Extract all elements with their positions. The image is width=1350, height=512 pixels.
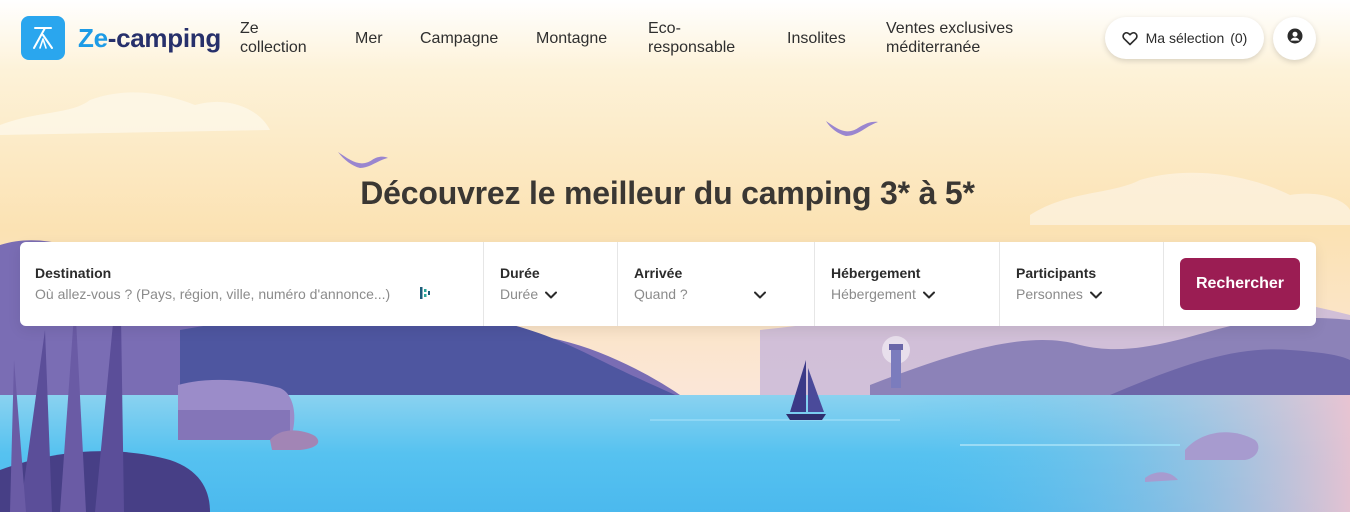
search-bar: Destination Où allez-vous ? (Pays, régio…: [20, 242, 1316, 326]
my-selection-label: Ma sélection: [1145, 30, 1225, 46]
nav-item-label: collection: [240, 39, 307, 56]
nav-item-ventes-exclusives[interactable]: Ventes exclusives méditerranée: [886, 19, 1013, 57]
nav-item-label: Ze: [240, 20, 259, 37]
nav-item-insolites[interactable]: Insolites: [787, 29, 846, 48]
nav-item-label: responsable: [648, 39, 736, 56]
chevron-down-icon: [1089, 291, 1102, 299]
chevron-down-icon[interactable]: [754, 291, 766, 299]
nav-item-label: Campagne: [420, 30, 499, 47]
my-selection-count: (0): [1230, 30, 1248, 46]
arrival-select[interactable]: Quand ?: [634, 286, 814, 303]
participants-value: Personnes: [1016, 286, 1083, 302]
nav-item-montagne[interactable]: Montagne: [536, 29, 607, 48]
nav-item-label: Mer: [355, 30, 383, 47]
nav-item-label: Montagne: [536, 30, 608, 47]
nav-item-label: Eco-: [648, 20, 681, 37]
nav-item-ze-collection[interactable]: Ze collection: [240, 19, 307, 57]
duration-field[interactable]: Durée Durée: [500, 242, 617, 326]
account-button[interactable]: [1273, 17, 1316, 60]
destination-input[interactable]: Où allez-vous ? (Pays, région, ville, nu…: [35, 286, 480, 303]
accommodation-label: Hébergement: [831, 265, 921, 281]
accommodation-select[interactable]: Hébergement: [831, 286, 999, 303]
participants-label: Participants: [1016, 265, 1097, 281]
accommodation-value: Hébergement: [831, 286, 916, 302]
arrival-value: Quand ?: [634, 286, 688, 302]
site-logo[interactable]: Ze-camping: [21, 16, 221, 60]
nav-item-mer[interactable]: Mer: [355, 29, 383, 48]
chevron-down-icon: [922, 291, 935, 299]
arrival-label: Arrivée: [634, 265, 683, 281]
brand-name-part2: -camping: [107, 23, 221, 53]
user-icon: [1287, 28, 1303, 49]
brand-name: Ze-camping: [78, 25, 221, 51]
nav-item-label: méditerranée: [886, 39, 981, 56]
search-button[interactable]: Rechercher: [1180, 258, 1300, 310]
divider: [814, 242, 815, 326]
duration-value: Durée: [500, 286, 539, 302]
arrival-field[interactable]: Arrivée Quand ?: [634, 242, 814, 326]
my-selection-button[interactable]: Ma sélection (0): [1105, 17, 1264, 59]
chevron-down-icon: [545, 291, 558, 299]
locate-icon[interactable]: [419, 286, 431, 300]
hero-title: Découvrez le meilleur du camping 3* à 5*: [360, 175, 975, 211]
nav-item-eco-responsable[interactable]: Eco- responsable: [648, 19, 735, 57]
nav-item-campagne[interactable]: Campagne: [420, 29, 498, 48]
divider: [999, 242, 1000, 326]
brand-name-part1: Ze: [78, 23, 108, 53]
heart-icon: [1121, 31, 1138, 46]
destination-label: Destination: [35, 265, 112, 281]
participants-select[interactable]: Personnes: [1016, 286, 1162, 303]
tent-icon: [21, 16, 65, 60]
duration-label: Durée: [500, 265, 540, 281]
site-header: Ze-camping Ze collection Mer Campagne Mo…: [0, 0, 1350, 78]
accommodation-field[interactable]: Hébergement Hébergement: [831, 242, 999, 326]
destination-field[interactable]: Destination Où allez-vous ? (Pays, régio…: [35, 242, 480, 326]
duration-select[interactable]: Durée: [500, 286, 617, 303]
divider: [1163, 242, 1164, 326]
divider: [617, 242, 618, 326]
nav-item-label: Ventes exclusives: [886, 20, 1014, 37]
participants-field[interactable]: Participants Personnes: [1016, 242, 1162, 326]
nav-item-label: Insolites: [787, 30, 846, 47]
divider: [483, 242, 484, 326]
